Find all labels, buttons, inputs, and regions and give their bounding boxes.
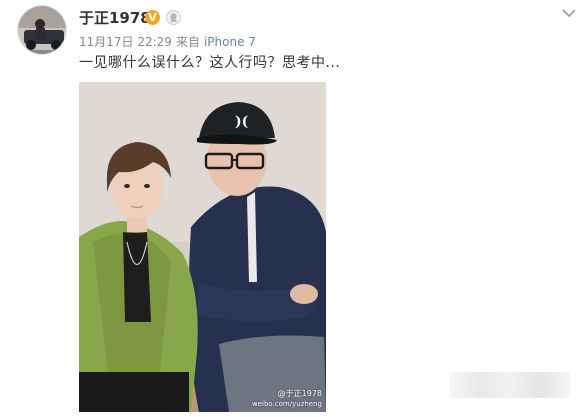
svg-text:)(: )( (235, 114, 248, 130)
verified-v-icon: V (145, 10, 160, 25)
chevron-down-icon[interactable] (560, 6, 578, 20)
watermark-user: @于正1978 (277, 389, 322, 398)
post-timestamp[interactable]: 11月17日 22:29 (79, 35, 172, 49)
watermark-url: weibo.com/yuzheng (252, 400, 322, 408)
post-photo[interactable]: )( @于正1978 weibo.com/yuzheng (79, 82, 326, 412)
post-text: 一见哪什么误什么？这人行吗？思考中... (79, 55, 341, 71)
source-prefix: 来自 (175, 35, 200, 49)
avatar-image (18, 6, 66, 54)
user-avatar[interactable] (17, 5, 67, 55)
photo-image: )( (79, 82, 326, 412)
device-link[interactable]: iPhone 7 (204, 35, 256, 49)
post-meta: 11月17日 22:29 来自 iPhone 7 (79, 35, 260, 49)
redacted-region (450, 372, 570, 398)
username-link[interactable]: 于正1978 (79, 9, 151, 27)
photo-watermark: @于正1978 weibo.com/yuzheng (252, 389, 322, 409)
vip-badge-icon (166, 10, 181, 25)
